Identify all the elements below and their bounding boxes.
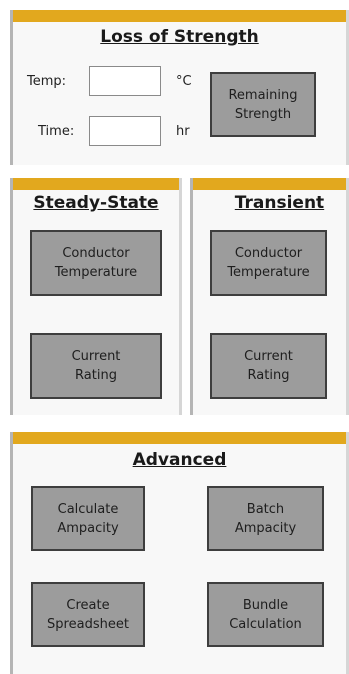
steady-state-panel: Steady-State Conductor Temperature Curre… bbox=[10, 178, 182, 415]
create-spreadsheet-button[interactable]: Create Spreadsheet bbox=[31, 582, 145, 647]
calculate-ampacity-button[interactable]: Calculate Ampacity bbox=[31, 486, 145, 551]
steady-state-title: Steady-State bbox=[33, 193, 159, 213]
time-unit: hr bbox=[176, 124, 190, 139]
transient-conductor-temperature-button[interactable]: Conductor Temperature bbox=[210, 230, 327, 296]
advanced-panel: Advanced Calculate Ampacity Batch Ampaci… bbox=[10, 432, 349, 674]
temp-unit: °C bbox=[176, 74, 192, 89]
transient-title: Transient bbox=[234, 193, 325, 213]
steady-current-rating-button[interactable]: Current Rating bbox=[30, 333, 162, 399]
advanced-title: Advanced bbox=[132, 450, 227, 470]
transient-current-rating-button[interactable]: Current Rating bbox=[210, 333, 327, 399]
batch-ampacity-button[interactable]: Batch Ampacity bbox=[207, 486, 324, 551]
loss-of-strength-panel: Loss of Strength Temp: °C Time: hr Remai… bbox=[10, 10, 349, 165]
time-input[interactable] bbox=[89, 116, 161, 146]
temp-label: Temp: bbox=[27, 74, 67, 89]
steady-conductor-temperature-button[interactable]: Conductor Temperature bbox=[30, 230, 162, 296]
loss-of-strength-title: Loss of Strength bbox=[100, 27, 259, 47]
temp-input[interactable] bbox=[89, 66, 161, 96]
remaining-strength-button[interactable]: Remaining Strength bbox=[210, 72, 316, 137]
bundle-calculation-button[interactable]: Bundle Calculation bbox=[207, 582, 324, 647]
time-label: Time: bbox=[38, 124, 75, 139]
transient-panel: Transient Conductor Temperature Current … bbox=[190, 178, 349, 415]
